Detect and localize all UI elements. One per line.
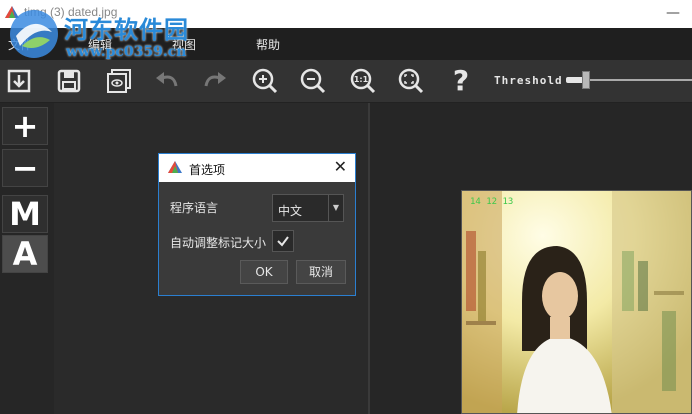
photo-image: 14 12 13 [461, 190, 692, 414]
save-icon[interactable] [54, 66, 84, 96]
add-marker-button[interactable]: + [2, 107, 48, 145]
close-icon[interactable]: ✕ [334, 158, 347, 176]
toolbar: 1:1 ? Threshold [0, 60, 692, 103]
preview-icon[interactable] [104, 66, 134, 96]
fit-screen-icon[interactable] [396, 66, 426, 96]
app-logo-icon [5, 6, 19, 18]
actual-size-icon[interactable]: 1:1 [348, 66, 378, 96]
title-bar: timg (3) dated.jpg — [0, 0, 692, 28]
threshold-slider-handle[interactable] [582, 71, 590, 89]
language-select[interactable]: 中文 ▼ [272, 194, 344, 222]
menu-help[interactable]: 帮助 [256, 36, 280, 53]
language-value: 中文 [278, 204, 303, 218]
threshold-label: Threshold [494, 74, 563, 87]
checkmark-icon [277, 236, 289, 247]
photo-date-stamp: 14 12 13 [470, 197, 514, 207]
manual-mode-button[interactable]: M [2, 195, 48, 233]
ok-button[interactable]: OK [240, 260, 288, 284]
chevron-down-icon[interactable]: ▼ [328, 195, 343, 221]
zoom-in-icon[interactable] [250, 66, 280, 96]
zoom-out-icon[interactable] [298, 66, 328, 96]
menu-view[interactable]: 视图 [172, 36, 196, 53]
save-download-icon[interactable] [4, 66, 34, 96]
menu-bar: 文件 编辑 视图 帮助 [0, 28, 692, 60]
auto-resize-checkbox[interactable] [272, 230, 294, 252]
preferences-dialog: 首选项 ✕ 程序语言 中文 ▼ 自动调整标记大小 OK 取消 [158, 153, 356, 296]
redo-icon[interactable] [200, 66, 230, 96]
actual-size-label: 1:1 [354, 75, 369, 84]
cancel-button[interactable]: 取消 [296, 260, 346, 284]
app-logo-icon [168, 161, 182, 173]
remove-marker-button[interactable]: − [2, 149, 48, 187]
window-title: timg (3) dated.jpg [24, 5, 118, 19]
language-label: 程序语言 [170, 201, 219, 215]
auto-resize-label: 自动调整标记大小 [170, 236, 267, 250]
minimize-button[interactable]: — [666, 6, 680, 20]
dialog-title: 首选项 [189, 163, 226, 177]
menu-file[interactable]: 文件 [8, 36, 32, 53]
tool-sidebar: + − M A [0, 103, 54, 414]
help-icon[interactable]: ? [446, 66, 476, 96]
menu-edit[interactable]: 编辑 [88, 36, 112, 53]
dialog-title-bar[interactable]: 首选项 ✕ [159, 154, 355, 182]
undo-icon[interactable] [152, 66, 182, 96]
auto-mode-button[interactable]: A [2, 235, 48, 273]
